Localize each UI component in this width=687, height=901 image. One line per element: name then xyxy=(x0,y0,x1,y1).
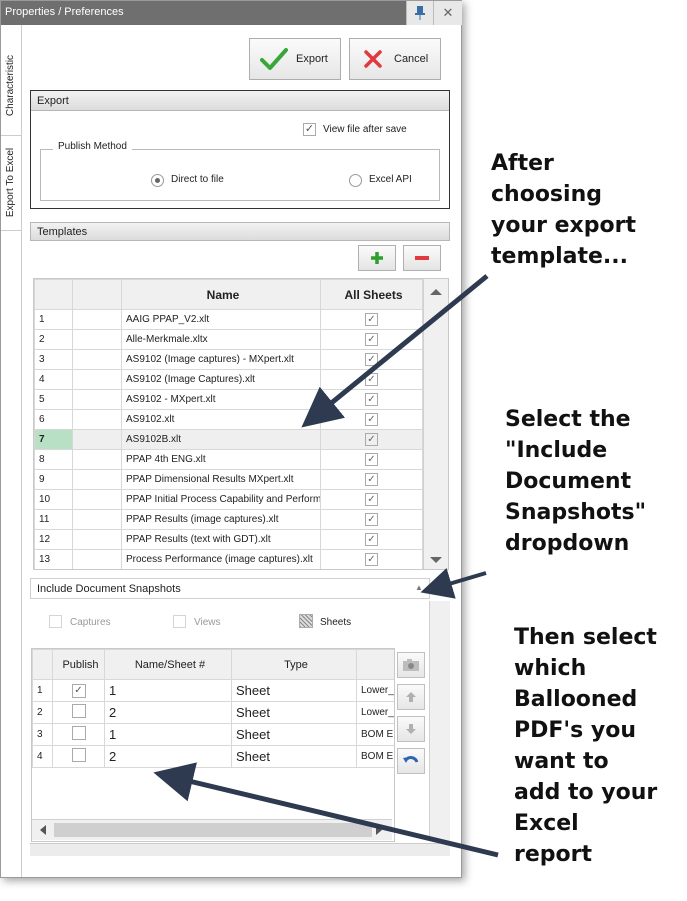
arrow-to-dropdown-icon xyxy=(420,567,487,599)
arrow-to-sheets-icon xyxy=(153,762,499,858)
arrow-to-template-icon xyxy=(301,274,489,428)
annotation-arrows xyxy=(153,274,499,858)
